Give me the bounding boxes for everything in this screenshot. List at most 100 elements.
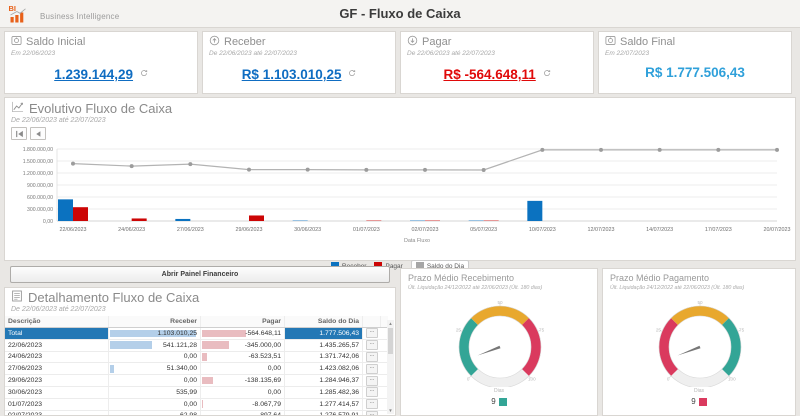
cell-actions: ... <box>363 375 381 386</box>
table-row[interactable]: 01/07/2023 0,00 -8.067,79 1.277.414,57 .… <box>5 398 388 411</box>
receber-bar[interactable] <box>175 218 191 221</box>
gauge-tick-label: 50 <box>697 300 703 305</box>
col-header-actions <box>363 316 381 327</box>
row-options-button[interactable]: ... <box>366 351 378 362</box>
saldo-point[interactable] <box>540 147 545 152</box>
history-icon[interactable] <box>543 65 551 80</box>
table-row[interactable]: 22/06/2023 541.121,28 -345.000,00 1.435.… <box>5 339 388 352</box>
receber-bar[interactable] <box>527 200 543 221</box>
gauge-tick-label: 0 <box>667 377 670 382</box>
kpi-value-pagar[interactable]: R$ -564.648,11 <box>443 67 535 82</box>
col-header-pagar[interactable]: Pagar <box>201 316 285 327</box>
cell-pagar: 0,00 <box>201 386 285 398</box>
cell-descricao: 01/07/2023 <box>5 398 109 410</box>
cash-flow-chart: 0,00 300.000,00 600.000,00 900.000,00 1.200.… <box>11 141 791 262</box>
gauge-panel-pagamento: Prazo Médio Pagamento Últ. Liquidação 24… <box>602 268 796 416</box>
y-axis-tick: 300.000,00 <box>27 207 53 213</box>
col-header-saldo[interactable]: Saldo do Dia <box>285 316 363 327</box>
scrollbar-thumb[interactable] <box>388 328 393 354</box>
table-scrollbar[interactable]: ▲ ▼ <box>387 320 394 414</box>
saldo-line <box>72 149 777 171</box>
history-icon[interactable] <box>348 65 356 80</box>
row-options-button[interactable]: ... <box>366 375 378 386</box>
cash-flow-detail-panel: Detalhamento Fluxo de Caixa De 22/06/202… <box>4 287 396 416</box>
saldo-point[interactable] <box>188 162 193 167</box>
gauge-title: Prazo Médio Pagamento <box>610 273 710 283</box>
x-axis-tick: 14/07/2023 <box>646 227 673 233</box>
top-header-bar: BI Business Intelligence GF - Fluxo de C… <box>0 0 800 28</box>
kpi-header: Pagar <box>407 35 587 49</box>
receber-bar[interactable] <box>58 199 73 221</box>
kpi-header: Saldo Inicial <box>11 35 191 49</box>
cell-saldo: 1.371.742,06 <box>285 351 363 363</box>
saldo-point[interactable] <box>657 147 662 152</box>
brand-name: Business Intelligence <box>40 11 120 21</box>
saldo-point[interactable] <box>364 167 369 172</box>
open-financial-panel-button[interactable]: Abrir Painel Financeiro <box>10 266 390 283</box>
gauge-subtitle: Últ. Liquidação 24/12/2022 até 22/06/202… <box>610 285 745 291</box>
previous-page-button[interactable] <box>30 127 46 140</box>
gauge-needle <box>677 345 701 356</box>
row-options-button[interactable]: ... <box>366 328 378 339</box>
gauge-value: 9 <box>691 397 696 406</box>
saldo-point[interactable] <box>305 167 310 172</box>
gauge-tick-label: 25 <box>456 328 462 333</box>
cell-receber: 1.103.010,25 <box>109 328 201 339</box>
cell-pagar: -8.067,79 <box>201 398 285 410</box>
cell-receber: 0,00 <box>109 351 201 363</box>
gauge-tick-label: 100 <box>528 377 536 382</box>
history-icon[interactable] <box>140 65 148 80</box>
chart-title: Evolutivo Fluxo de Caixa <box>29 101 173 116</box>
gauge-legend-swatch <box>698 397 707 406</box>
first-page-button[interactable] <box>11 127 27 140</box>
row-options-button[interactable]: ... <box>366 363 378 374</box>
table-row[interactable]: Total 1.103.010,25 -564.648,11 1.777.506… <box>5 328 388 340</box>
cell-saldo: 1.423.082,06 <box>285 363 363 375</box>
cell-actions: ... <box>363 340 381 351</box>
col-header-receber[interactable]: Receber <box>109 316 201 327</box>
saldo-point[interactable] <box>71 161 75 166</box>
kpi-subtitle: Em 22/06/2023 <box>11 50 56 57</box>
table-row[interactable]: 29/06/2023 0,00 -138.135,69 1.284.946,37… <box>5 375 388 387</box>
row-options-button[interactable]: ... <box>366 410 378 415</box>
gauge-svg: 0 25 50 75 100 <box>456 300 545 389</box>
cell-descricao: 30/06/2023 <box>5 386 109 398</box>
table-row[interactable]: 24/06/2023 0,00 -63.523,51 1.371.742,06 … <box>5 351 388 364</box>
gauge-tick-label: 50 <box>497 300 503 305</box>
cell-actions: ... <box>363 363 381 374</box>
row-options-button[interactable]: ... <box>366 340 378 351</box>
y-axis-tick: 0,00 <box>43 219 53 225</box>
first-page-icon <box>15 125 24 143</box>
saldo-point[interactable] <box>775 147 779 152</box>
saldo-point[interactable] <box>481 168 486 172</box>
row-options-button[interactable]: ... <box>366 399 378 410</box>
kpi-value-saldo-inicial[interactable]: 1.239.144,29 <box>54 67 133 82</box>
pagar-bar[interactable] <box>73 207 88 221</box>
pagar-bar[interactable] <box>249 215 264 221</box>
cell-pagar: -897,64 <box>201 410 285 415</box>
pagar-bar[interactable] <box>131 218 147 221</box>
cell-receber: 62,98 <box>109 410 201 415</box>
saldo-point[interactable] <box>129 164 134 169</box>
saldo-point[interactable] <box>423 167 427 172</box>
kpi-subtitle: Em 22/07/2023 <box>605 50 650 57</box>
saldo-point[interactable] <box>247 167 251 172</box>
scrollbar-up-icon[interactable]: ▲ <box>387 320 394 327</box>
cell-receber: 535,99 <box>109 386 201 398</box>
table-row[interactable]: 02/07/2023 62,98 -897,64 1.276.579,91 ..… <box>5 410 388 415</box>
kpi-card-saldo-final: Saldo Final Em 22/07/2023 R$ 1.777.506,4… <box>598 31 792 94</box>
table-row[interactable]: 27/06/2023 51.340,00 0,00 1.423.082,06 .… <box>5 363 388 376</box>
kpi-value-receber[interactable]: R$ 1.103.010,25 <box>242 67 342 82</box>
table-row[interactable]: 30/06/2023 535,99 0,00 1.285.482,36 ... <box>5 386 388 399</box>
receber-databar <box>110 341 153 350</box>
kpi-card-receber: Receber De 22/06/2023 até 22/07/2023 R$ … <box>202 31 396 94</box>
kpi-subtitle: De 22/06/2023 até 22/07/2023 <box>209 50 297 57</box>
row-options-button[interactable]: ... <box>366 387 378 398</box>
page-title: GF - Fluxo de Caixa <box>339 6 461 21</box>
scrollbar-down-icon[interactable]: ▼ <box>387 407 394 414</box>
col-header-descricao[interactable]: Descrição <box>5 316 109 327</box>
saldo-point[interactable] <box>716 147 721 152</box>
saldo-point[interactable] <box>599 147 603 152</box>
chart-section-header: Evolutivo Fluxo de Caixa <box>11 101 789 116</box>
cell-pagar: -138.135,69 <box>201 375 285 386</box>
